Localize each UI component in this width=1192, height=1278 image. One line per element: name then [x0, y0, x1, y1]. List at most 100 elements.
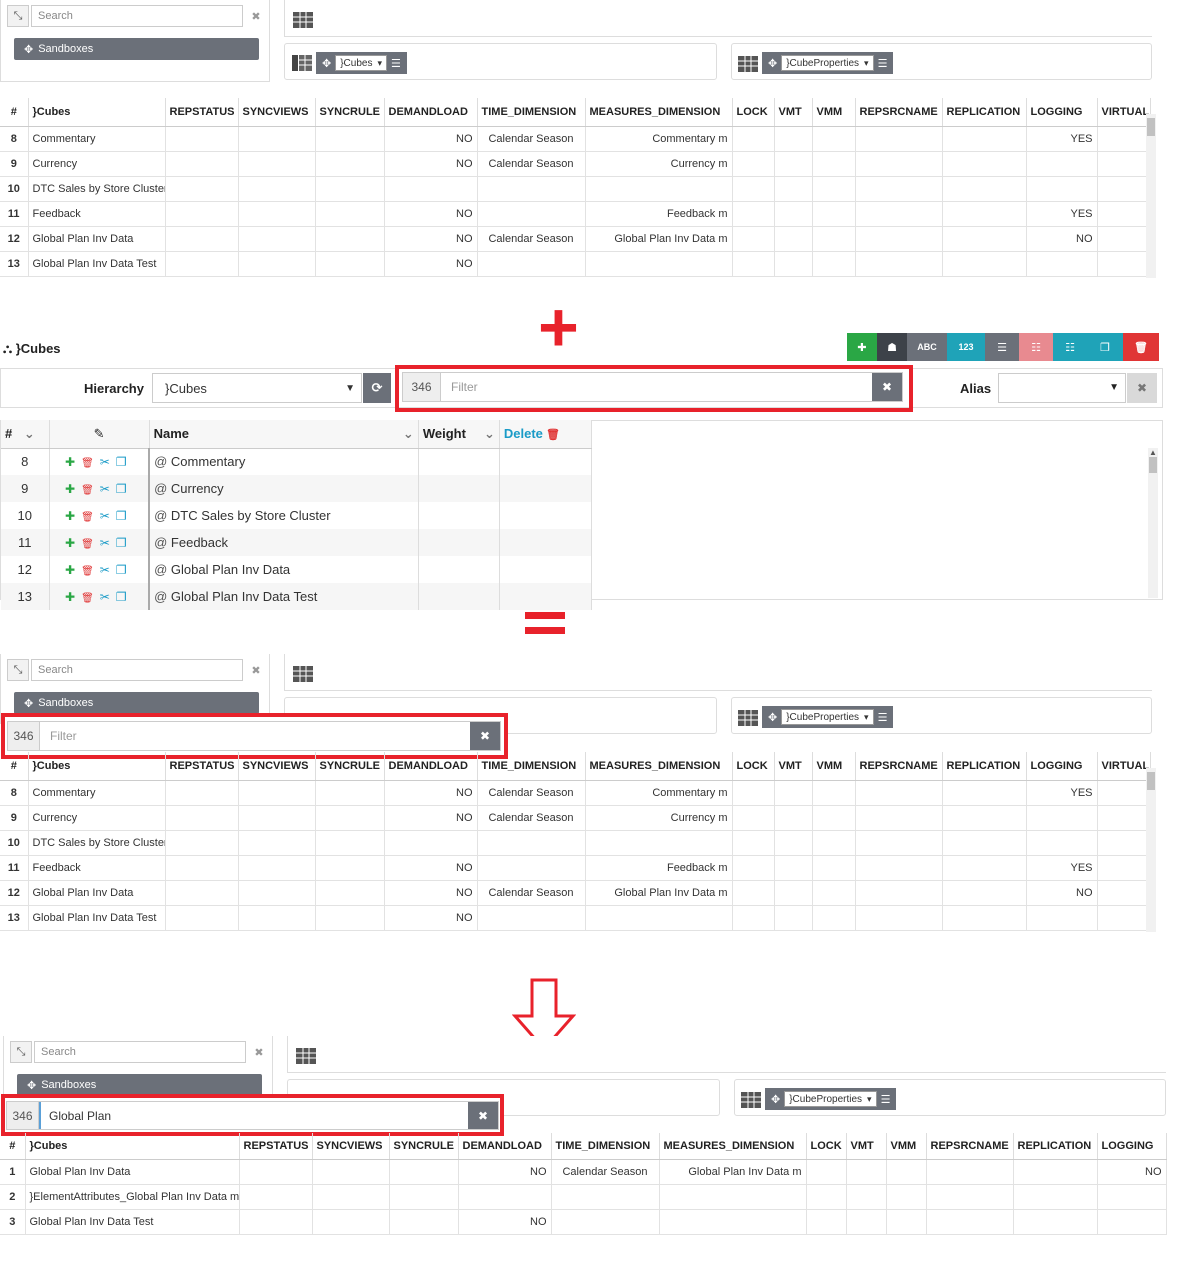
table-cell[interactable] — [1097, 780, 1151, 806]
sort-numeric-button[interactable]: 123 — [947, 333, 985, 361]
edit-icon[interactable]: ✎ — [94, 426, 105, 441]
table-cell[interactable] — [855, 226, 943, 252]
table-cell[interactable] — [315, 176, 385, 202]
add-icon[interactable]: ✚ — [65, 482, 81, 496]
table-cell[interactable] — [165, 176, 239, 202]
table-cell[interactable] — [1026, 805, 1098, 831]
trash-icon[interactable]: 🗑 — [1123, 333, 1159, 361]
hierarchy-select[interactable]: }Cubes ▼ — [152, 373, 362, 403]
add-icon[interactable]: ✚ — [65, 455, 81, 469]
table-cell[interactable] — [239, 1159, 313, 1185]
table-cell[interactable]: Feedback — [28, 201, 166, 227]
chevron-down-icon[interactable]: ⌄ — [20, 426, 35, 441]
table-cell[interactable]: Calendar Season — [477, 151, 586, 177]
table-cell[interactable]: Global Plan Inv Data — [28, 226, 166, 252]
table-cell[interactable] — [942, 805, 1027, 831]
table-icon[interactable] — [738, 710, 758, 726]
table-cell[interactable]: Feedback m — [585, 201, 733, 227]
scissors-icon[interactable]: ✂ — [100, 455, 116, 469]
table-cell[interactable] — [942, 251, 1027, 277]
table-cell[interactable] — [732, 880, 775, 906]
table-cell[interactable] — [732, 830, 775, 856]
cubeproperties-chip[interactable]: ✥}CubeProperties☰ — [762, 706, 894, 728]
table-cell[interactable] — [1097, 1209, 1167, 1235]
table-cell[interactable]: Currency — [28, 151, 166, 177]
column-header[interactable]: LOCK — [806, 1133, 847, 1160]
column-header[interactable]: VMT — [846, 1133, 887, 1160]
table-cell[interactable] — [855, 176, 943, 202]
table-cell[interactable]: Calendar Season — [477, 880, 586, 906]
filter-input[interactable]: Global Plan — [39, 1102, 468, 1129]
table-cell[interactable] — [774, 880, 813, 906]
trash-icon[interactable]: 🗑 — [543, 429, 560, 441]
column-header[interactable]: SYNCVIEWS — [312, 1133, 390, 1160]
table-cell[interactable] — [774, 201, 813, 227]
expand-icon[interactable]: ⤡ — [7, 659, 29, 681]
weight-cell[interactable] — [417, 556, 500, 583]
table-cell[interactable] — [1097, 905, 1151, 931]
weight-cell[interactable] — [417, 529, 500, 556]
table-cell[interactable] — [312, 1159, 390, 1185]
table-cell[interactable] — [732, 201, 775, 227]
sandboxes-button[interactable]: ✥ Sandboxes — [17, 1074, 262, 1096]
table-cell[interactable]: NO — [384, 251, 478, 277]
list-icon[interactable]: ☰ — [878, 711, 888, 724]
table-cell[interactable] — [165, 201, 239, 227]
list-item[interactable]: 10 ✚🗑✂❐ @ DTC Sales by Store Cluster — [1, 502, 593, 529]
column-header[interactable]: DEMANDLOAD — [458, 1133, 552, 1160]
weight-cell[interactable] — [417, 475, 500, 502]
table-cell[interactable] — [585, 176, 733, 202]
table-cell[interactable] — [477, 201, 586, 227]
clear-search-icon[interactable]: ✖ — [246, 5, 266, 27]
table-cell[interactable] — [806, 1209, 847, 1235]
table-cell[interactable] — [238, 805, 316, 831]
table-cell[interactable]: Global Plan Inv Data m — [585, 880, 733, 906]
table-cell[interactable] — [942, 880, 1027, 906]
table-cell[interactable] — [855, 805, 943, 831]
table-cell[interactable] — [774, 780, 813, 806]
table-cell[interactable] — [812, 126, 856, 152]
table-cell[interactable] — [477, 830, 586, 856]
table-cell[interactable] — [942, 201, 1027, 227]
table-cell[interactable] — [855, 855, 943, 881]
table-cell[interactable] — [384, 176, 478, 202]
table-cell[interactable]: YES — [1026, 855, 1098, 881]
table-cell[interactable] — [812, 880, 856, 906]
table-cell[interactable] — [165, 780, 239, 806]
subset-scrollbar[interactable]: ▲ — [1148, 448, 1158, 598]
column-header[interactable]: REPSTATUS — [165, 752, 239, 781]
clear-search-icon[interactable]: ✖ — [249, 1041, 269, 1063]
column-header[interactable]: # — [0, 98, 29, 127]
table-cell[interactable]: NO — [384, 855, 478, 881]
column-header[interactable]: REPLICATION — [1013, 1133, 1098, 1160]
list-item[interactable]: 12 ✚🗑✂❐ @ Global Plan Inv Data — [1, 556, 593, 583]
table-cell[interactable] — [774, 126, 813, 152]
paste-icon[interactable]: ❐ — [116, 590, 133, 604]
table-cell[interactable] — [1097, 805, 1151, 831]
column-header[interactable]: VMM — [812, 98, 856, 127]
table-cell[interactable] — [812, 226, 856, 252]
table-cell[interactable] — [855, 201, 943, 227]
clear-search-icon[interactable]: ✖ — [246, 659, 266, 681]
column-header[interactable]: LOCK — [732, 98, 775, 127]
table-cell[interactable]: Calendar Season — [477, 226, 586, 252]
table-cell[interactable] — [315, 780, 385, 806]
table-cell[interactable] — [732, 226, 775, 252]
grid-scrollbar[interactable] — [1146, 768, 1156, 932]
table-cell[interactable]: NO — [384, 780, 478, 806]
column-header[interactable]: REPSTATUS — [239, 1133, 313, 1160]
list-item[interactable]: 8 ✚🗑✂❐ @ Commentary — [1, 448, 593, 475]
table-cell[interactable] — [315, 126, 385, 152]
table-cell[interactable]: Feedback — [28, 855, 166, 881]
column-header[interactable]: MEASURES_DIMENSION — [585, 98, 733, 127]
table-cell[interactable]: Calendar Season — [477, 780, 586, 806]
column-header-name[interactable]: Name ⌄ — [149, 420, 419, 449]
sandboxes-button[interactable]: ✥ Sandboxes — [14, 38, 259, 60]
table-cell[interactable] — [1026, 905, 1098, 931]
column-header[interactable]: DEMANDLOAD — [384, 752, 478, 781]
table-cell[interactable]: Calendar Season — [551, 1159, 660, 1185]
paste-icon[interactable]: ❐ — [116, 482, 133, 496]
table-cell[interactable] — [165, 830, 239, 856]
table-cell[interactable] — [926, 1209, 1014, 1235]
column-header[interactable]: SYNCRULE — [315, 752, 385, 781]
